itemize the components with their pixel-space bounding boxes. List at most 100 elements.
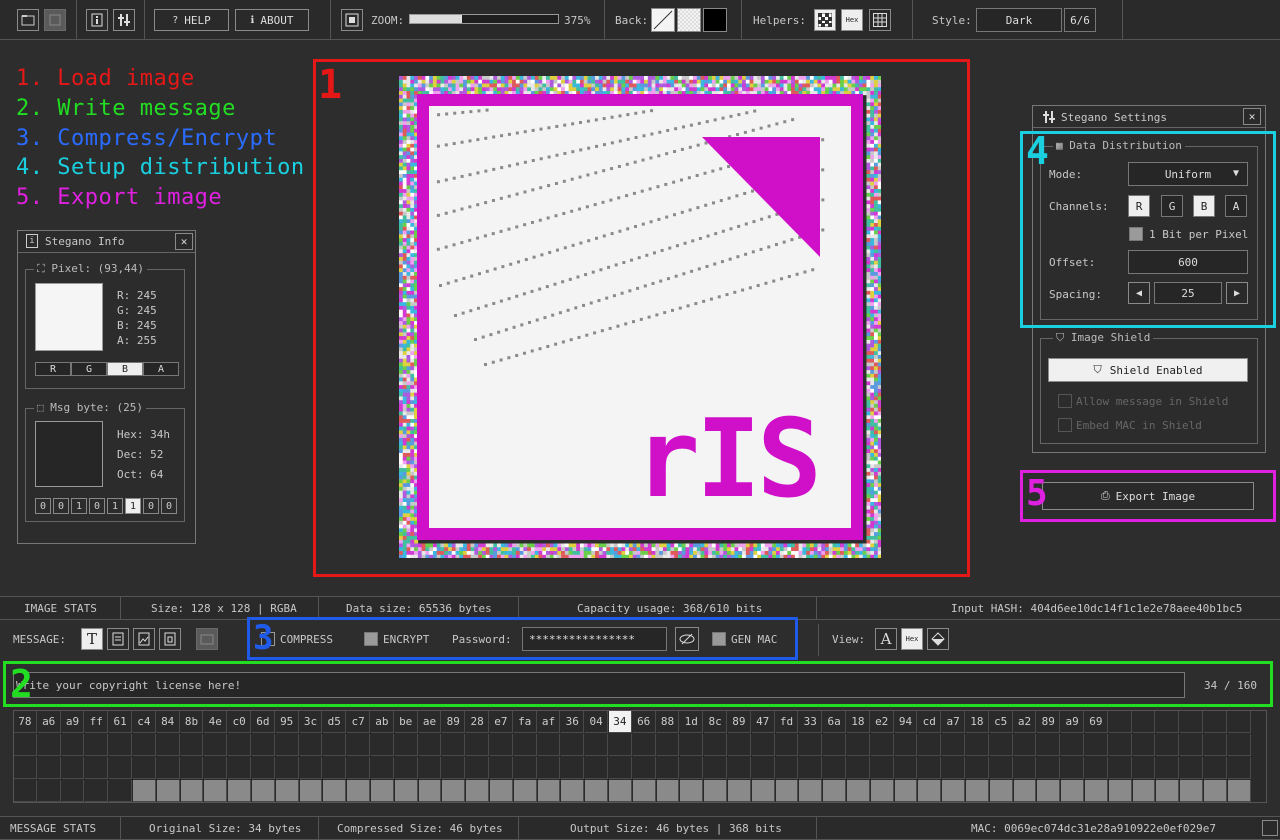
unused-byte-cell — [1132, 780, 1156, 802]
channel-toggle-a[interactable]: A — [143, 362, 179, 376]
unused-byte-cell — [1085, 780, 1108, 802]
help-label: HELP — [184, 13, 211, 27]
empty-byte-cell — [61, 780, 85, 802]
zoom-value: 375% — [564, 14, 591, 27]
hex-byte-cell: d5 — [323, 711, 347, 733]
unused-byte-cell — [823, 780, 846, 802]
toolbar-separator — [1122, 0, 1123, 40]
original-size: Original Size: 34 bytes — [149, 822, 302, 835]
empty-byte-cell — [37, 780, 61, 802]
empty-byte-cell — [513, 757, 537, 779]
empty-byte-cell — [918, 734, 942, 756]
settings-panel-close-button[interactable]: ✕ — [1243, 108, 1261, 125]
view-label: View: — [832, 633, 866, 646]
bit-cell: 0 — [53, 498, 69, 514]
open-file-button[interactable] — [17, 9, 39, 31]
style-label: Style: — [932, 14, 972, 27]
empty-byte-cell — [156, 757, 180, 779]
image-size: Size: 128 x 128 | RGBA — [151, 602, 297, 615]
style-selector[interactable]: Dark — [976, 8, 1062, 32]
embed-mac-checkbox[interactable] — [1058, 418, 1072, 432]
zoom-slider[interactable] — [409, 14, 559, 24]
step-5-highlight — [1020, 470, 1276, 522]
empty-byte-cell — [466, 757, 489, 779]
message-text-mode-button[interactable]: T — [81, 628, 103, 650]
allow-message-checkbox[interactable] — [1058, 394, 1072, 408]
empty-byte-cell — [61, 757, 85, 779]
tools-icon — [118, 14, 130, 26]
style-counter[interactable]: 6/6 — [1064, 8, 1096, 32]
empty-byte-cell — [537, 757, 561, 779]
toolbar-separator — [330, 0, 331, 40]
unused-byte-cell — [204, 780, 228, 802]
view-text-button[interactable]: A — [875, 628, 897, 650]
empty-byte-cell — [1037, 734, 1061, 756]
bar-separator — [318, 597, 319, 619]
info-panel-close-button[interactable]: ✕ — [175, 233, 193, 250]
channel-label: R — [49, 363, 57, 375]
help-button[interactable]: ? HELP — [154, 9, 229, 31]
toolbar-separator — [912, 0, 913, 40]
empty-byte-cell — [775, 734, 799, 756]
empty-byte-cell — [442, 757, 466, 779]
empty-byte-cell — [1037, 757, 1061, 779]
hex-byte-cell: 89 — [728, 711, 751, 733]
empty-byte-cell — [394, 757, 418, 779]
empty-byte-cell — [847, 734, 870, 756]
bar-separator — [318, 817, 319, 839]
view-color-button[interactable] — [927, 628, 949, 650]
step-2-highlight — [3, 661, 1273, 707]
hex-byte-cell: 88 — [656, 711, 680, 733]
empty-byte-cell — [1085, 734, 1108, 756]
hex-byte-cell: c0 — [228, 711, 251, 733]
hex-byte-cell: a9 — [1061, 711, 1084, 733]
channel-toggle-r[interactable]: R — [35, 362, 71, 376]
unused-byte-cell — [775, 780, 799, 802]
message-file-mode-button[interactable] — [107, 628, 129, 650]
helper-grid-toggle[interactable] — [869, 9, 891, 31]
empty-byte-cell — [1061, 757, 1084, 779]
window-resize-handle[interactable] — [1262, 820, 1278, 836]
channel-label: A — [157, 363, 165, 375]
channel-toggle-g[interactable]: G — [71, 362, 107, 376]
empty-byte-cell — [252, 757, 275, 779]
save-file-button[interactable] — [44, 9, 66, 31]
helper-hex-toggle[interactable]: Hex — [841, 9, 863, 31]
unused-byte-cell — [609, 780, 632, 802]
channel-toggle-b[interactable]: B — [107, 362, 143, 376]
message-image-mode-button[interactable] — [133, 628, 155, 650]
zoom-slider-fill — [410, 15, 462, 23]
hex-byte-cell: 18 — [966, 711, 989, 733]
empty-byte-cell — [1108, 711, 1132, 733]
empty-byte-cell — [490, 734, 513, 756]
background-checker-button[interactable] — [677, 8, 701, 32]
message-binary-mode-button[interactable] — [159, 628, 181, 650]
close-icon: ✕ — [1248, 110, 1256, 123]
message-load-button[interactable] — [196, 628, 218, 650]
background-white-button[interactable] — [651, 8, 675, 32]
hex-byte-cell: 36 — [561, 711, 585, 733]
about-button[interactable]: ℹ ABOUT — [235, 9, 309, 31]
hex-byte-cell: a9 — [61, 711, 85, 733]
zoom-fit-button[interactable] — [341, 9, 363, 31]
view-hex-button[interactable]: Hex — [901, 628, 923, 650]
pixel-r-value: R: 245 — [117, 289, 157, 302]
unused-byte-cell — [870, 780, 894, 802]
info-panel-toggle[interactable] — [86, 9, 108, 31]
helper-checker-toggle[interactable] — [814, 9, 836, 31]
message-label: MESSAGE: — [13, 633, 66, 646]
hex-byte-cell: ab — [371, 711, 394, 733]
message-stats-bar: MESSAGE STATS Original Size: 34 bytes Co… — [0, 816, 1280, 840]
step-4-highlight — [1020, 131, 1276, 328]
settings-panel-toggle[interactable] — [113, 9, 135, 31]
bit-cell: 0 — [161, 498, 177, 514]
shield-enabled-button[interactable]: ⛉ Shield Enabled — [1048, 358, 1248, 382]
empty-byte-cell — [561, 757, 585, 779]
background-black-button[interactable] — [703, 8, 727, 32]
checker-icon — [818, 13, 832, 27]
hex-byte-cell: cd — [918, 711, 942, 733]
hex-byte-cell: 3c — [299, 711, 323, 733]
bar-separator — [120, 597, 121, 619]
empty-byte-cell — [394, 734, 418, 756]
pixel-coords: Pixel: (93,44) — [51, 262, 145, 275]
